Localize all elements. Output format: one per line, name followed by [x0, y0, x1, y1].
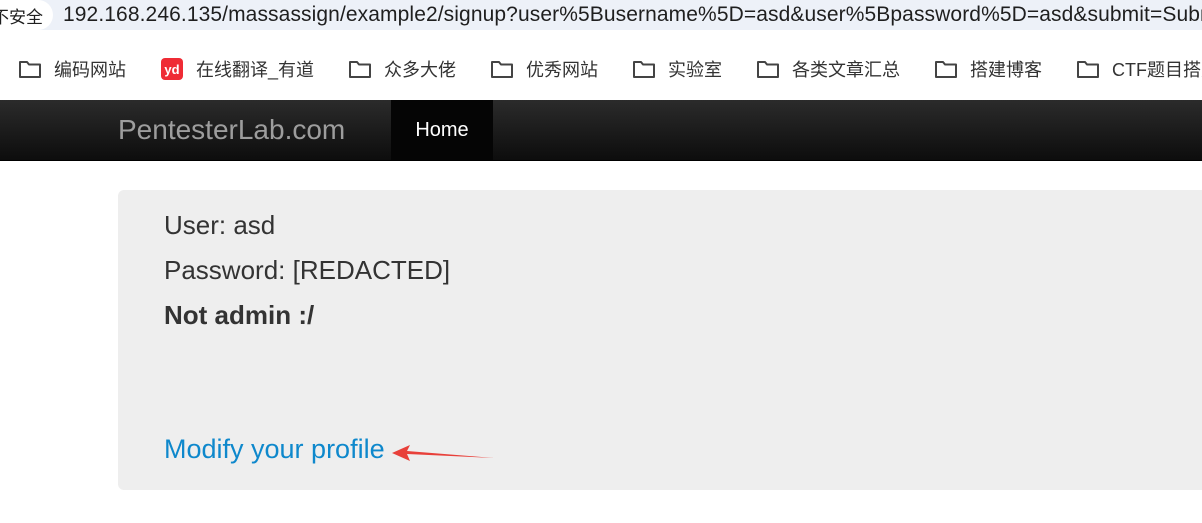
youdao-logo-icon: yd: [160, 58, 184, 80]
bookmark-label: 众多大佬: [384, 60, 457, 80]
bookmark-youdao-translate[interactable]: yd 在线翻译_有道: [160, 56, 314, 82]
bookmark-label: 编码网站: [54, 60, 126, 80]
nav-home-label: Home: [415, 118, 469, 141]
bookmark-label: 优秀网站: [526, 60, 599, 80]
bookmark-label: 实验室: [668, 60, 723, 80]
folder-icon: [632, 59, 656, 79]
modify-profile-link[interactable]: Modify your profile: [164, 434, 385, 465]
youdao-logo-text: yd: [161, 58, 183, 80]
folder-icon: [18, 59, 42, 79]
brand-link[interactable]: PentesterLab.com: [118, 100, 345, 160]
security-indicator[interactable]: 不安全: [0, 0, 53, 30]
user-line: User: asd: [164, 210, 276, 240]
folder-icon: [490, 59, 514, 79]
bookmark-folder-blog[interactable]: 搭建博客: [934, 56, 1042, 82]
site-navbar: PentesterLab.com Home: [0, 100, 1202, 161]
security-label: 不安全: [0, 7, 43, 27]
bookmark-label: 各类文章汇总: [792, 60, 901, 80]
folder-icon: [756, 59, 780, 79]
bookmark-label: 搭建博客: [970, 60, 1043, 80]
annotation-arrow-icon: [392, 445, 494, 461]
bookmark-folder-articles[interactable]: 各类文章汇总: [756, 56, 900, 82]
bookmark-folder-encoding-sites[interactable]: 编码网站: [18, 56, 126, 82]
admin-status: Not admin :/: [164, 300, 315, 330]
folder-icon: [1076, 59, 1100, 79]
password-line: Password: [REDACTED]: [164, 255, 451, 285]
bookmark-folder-lab[interactable]: 实验室: [632, 56, 722, 82]
url-field[interactable]: 192.168.246.135/massassign/example2/sign…: [63, 3, 1202, 27]
folder-icon: [348, 59, 372, 79]
profile-panel: User: asd Password: [REDACTED] Not admin…: [118, 190, 1202, 490]
bookmark-folder-ctf[interactable]: CTF题目搭建: [1076, 56, 1202, 82]
bookmark-label: 在线翻译_有道: [196, 60, 315, 80]
folder-icon: [934, 59, 958, 79]
nav-home-link[interactable]: Home: [391, 100, 493, 160]
address-bar[interactable]: 不安全 192.168.246.135/massassign/example2/…: [0, 0, 1202, 30]
bookmark-folder-experts[interactable]: 众多大佬: [348, 56, 456, 82]
bookmarks-bar: 编码网站 yd 在线翻译_有道 众多大佬 优秀网站 实验室 各类文章汇总 搭建博…: [0, 40, 1202, 98]
bookmark-label: CTF题目搭建: [1112, 60, 1202, 80]
bookmark-folder-good-sites[interactable]: 优秀网站: [490, 56, 598, 82]
